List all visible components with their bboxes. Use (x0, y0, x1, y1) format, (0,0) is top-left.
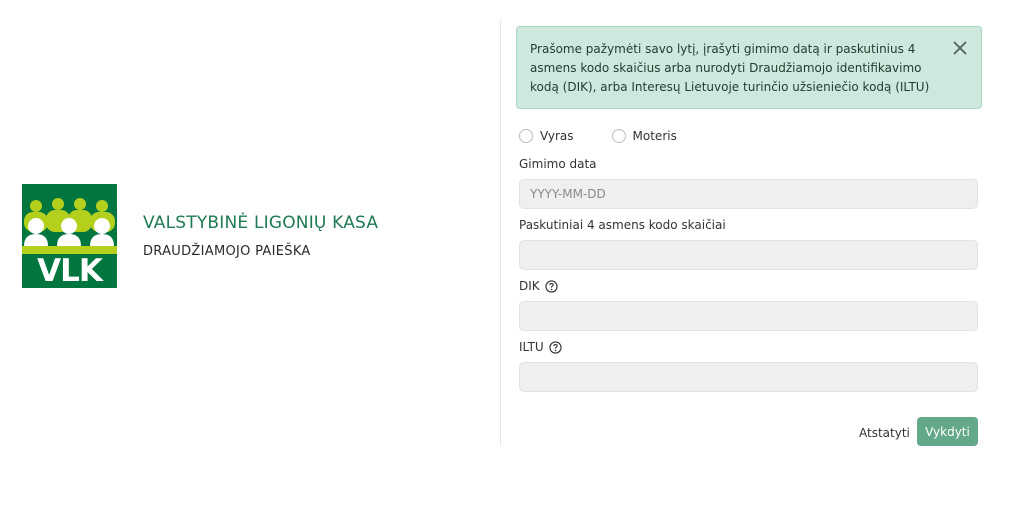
radio-button-female[interactable] (611, 129, 626, 143)
alert-text: Prašome pažymėti savo lytį, įrašyti gimi… (530, 42, 930, 94)
dik-input[interactable] (519, 301, 978, 331)
logo-text: VLK (37, 253, 103, 288)
brand-subtitle: DRAUDŽIAMOJO PAIEŠKA (143, 244, 311, 259)
birth-date-input[interactable] (519, 179, 978, 209)
gender-radio-group: Vyras Moteris (519, 129, 715, 143)
brand-title: VALSTYBINĖ LIGONIŲ KASA (143, 213, 379, 233)
dik-label-text: DIK (519, 279, 540, 293)
vlk-logo: VLK (22, 184, 117, 288)
iltu-label-text: ILTU (519, 340, 544, 354)
gender-option-female[interactable]: Moteris (611, 129, 677, 143)
brand-text: VALSTYBINĖ LIGONIŲ KASA DRAUDŽIAMOJO PAI… (143, 212, 378, 260)
reset-button[interactable]: Atstatyti (855, 423, 914, 443)
question-circle-icon[interactable] (549, 340, 562, 354)
close-icon[interactable] (951, 39, 969, 57)
info-alert: Prašome pažymėti savo lytį, įrašyti gimi… (516, 26, 982, 109)
dik-label: DIK (519, 279, 558, 293)
iltu-label: ILTU (519, 340, 562, 354)
vertical-divider (500, 20, 501, 446)
last-digits-input[interactable] (519, 240, 978, 270)
gender-option-male[interactable]: Vyras (519, 129, 574, 143)
last-digits-label-text: Paskutiniai 4 asmens kodo skaičiai (519, 218, 726, 232)
birth-date-label: Gimimo data (519, 157, 597, 171)
radio-label-male: Vyras (540, 129, 574, 143)
submit-button[interactable]: Vykdyti (917, 417, 978, 446)
radio-button-male[interactable] (519, 129, 533, 143)
iltu-input[interactable] (519, 362, 978, 392)
birth-date-label-text: Gimimo data (519, 157, 597, 171)
brand-block: VLK VALSTYBINĖ LIGONIŲ KASA DRAUDŽIAMOJO… (22, 184, 378, 288)
radio-label-female: Moteris (632, 129, 677, 143)
last-digits-label: Paskutiniai 4 asmens kodo skaičiai (519, 218, 726, 232)
question-circle-icon[interactable] (545, 279, 558, 293)
